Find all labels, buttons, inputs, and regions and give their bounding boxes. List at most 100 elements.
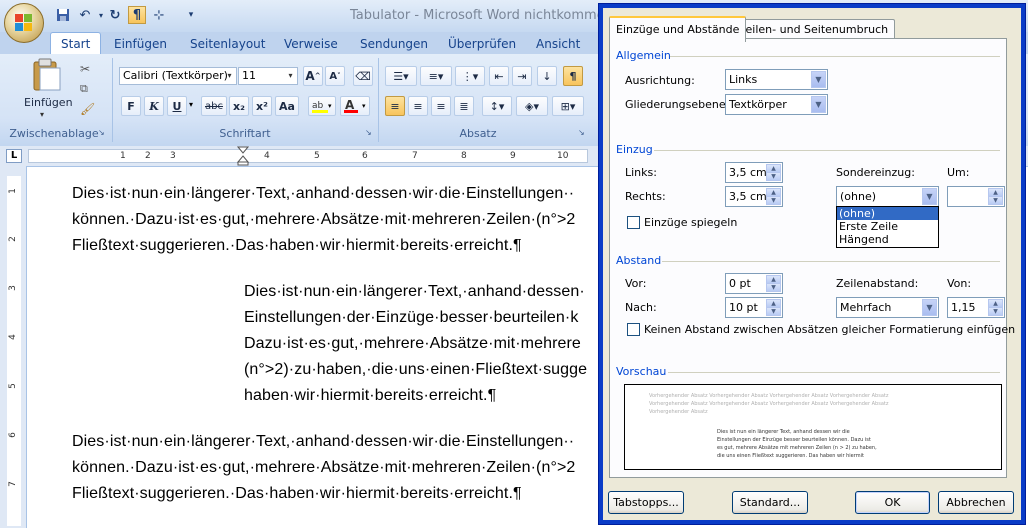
indent-marker-icon[interactable]	[236, 146, 250, 166]
indent-left-label: Links:	[625, 166, 657, 179]
tab-selector-button[interactable]: L	[6, 149, 22, 163]
no-space-label: Keinen Abstand zwischen Absätzen gleiche…	[644, 323, 1016, 336]
line-spacing-icon[interactable]: ↕▾	[482, 96, 512, 116]
office-button[interactable]	[4, 3, 44, 43]
ruler-number: 9	[510, 151, 516, 161]
mirror-indents-checkbox[interactable]	[627, 216, 640, 229]
highlight-color-icon[interactable]: ab ▾	[308, 96, 336, 116]
cut-icon[interactable]: ✂	[80, 62, 96, 76]
font-launcher-icon[interactable]: ↘	[365, 128, 375, 138]
line-spacing-select[interactable]: Mehrfach ▼	[836, 297, 939, 318]
bold-button[interactable]: F	[121, 96, 141, 116]
clear-format-icon[interactable]: ⌫	[353, 66, 373, 86]
tab-ueberpruefen[interactable]: Überprüfen	[448, 35, 516, 54]
increase-indent-icon[interactable]: ⇥	[512, 66, 532, 86]
ok-button[interactable]: OK	[855, 491, 930, 514]
ruler-number: 7	[412, 151, 418, 161]
tab-einfuegen[interactable]: Einfügen	[114, 35, 167, 54]
underline-button[interactable]: U	[167, 96, 187, 116]
pilcrow-icon[interactable]: ¶	[128, 6, 146, 24]
font-size-combo[interactable]: 11 ▾	[238, 67, 298, 85]
underline-dropdown-icon[interactable]: ▾	[189, 100, 193, 109]
special-option-none[interactable]: (ohne)	[837, 207, 938, 220]
sort-icon[interactable]: ↓	[537, 66, 557, 86]
special-option-hanging[interactable]: Hängend	[837, 233, 938, 246]
copy-icon[interactable]: ⧉	[80, 82, 96, 96]
spin-down-icon[interactable]: ▼	[766, 196, 781, 205]
indent-right-spinner[interactable]: 3,5 cm ▲ ▼	[725, 186, 783, 207]
show-formatting-marks-icon[interactable]: ¶	[563, 66, 583, 86]
spacing-after-label: Nach:	[625, 301, 657, 314]
clipboard-launcher-icon[interactable]: ↘	[98, 128, 108, 138]
tabs-button[interactable]: Tabstopps...	[608, 491, 684, 514]
special-option-first-line[interactable]: Erste Zeile	[837, 220, 938, 233]
tab-ansicht[interactable]: Ansicht	[536, 35, 580, 54]
numbering-icon[interactable]: ≡▾	[420, 66, 452, 86]
font-color-icon[interactable]: A ▾	[340, 96, 370, 116]
outline-level-select[interactable]: Textkörper ▼	[725, 94, 828, 115]
spin-down-icon[interactable]: ▼	[766, 283, 781, 292]
borders-icon[interactable]: ⊞▾	[552, 96, 584, 116]
alignment-select[interactable]: Links ▼	[725, 69, 828, 90]
no-space-checkbox[interactable]	[627, 323, 640, 336]
justify-icon[interactable]: ≣	[454, 96, 474, 116]
multilevel-list-icon[interactable]: ⋮▾	[455, 66, 485, 86]
tab-sendungen[interactable]: Sendungen	[360, 35, 428, 54]
line-spacing-value: Mehrfach	[840, 301, 892, 314]
tab-start[interactable]: Start	[50, 32, 102, 55]
paragraph-dialog: Einzüge und Abstände Zeilen- und Seitenu…	[598, 3, 1026, 525]
spacing-after-spinner[interactable]: 10 pt ▲ ▼	[725, 297, 783, 318]
group-label-clipboard: Zwischenablage	[9, 127, 99, 140]
subscript-button[interactable]: x₂	[229, 96, 249, 116]
set-default-button[interactable]: Standard...	[732, 491, 808, 514]
cancel-button[interactable]: Abbrechen	[938, 491, 1014, 514]
save-icon[interactable]	[54, 6, 72, 24]
bullets-icon[interactable]: ☰▾	[385, 66, 417, 86]
vruler-number: 2	[7, 236, 18, 242]
document-line: Dies·ist·nun·ein·längerer·Text,·anhand·d…	[72, 433, 575, 450]
ruler-number: 4	[264, 151, 270, 161]
indent-left-spinner[interactable]: 3,5 cm ▲ ▼	[725, 162, 783, 183]
preview-line: Vorhergehender Absatz Vorhergehender Abs…	[649, 401, 889, 407]
tab-verweise[interactable]: Verweise	[284, 35, 338, 54]
special-indent-select[interactable]: (ohne) ▼	[836, 186, 939, 207]
spacing-before-spinner[interactable]: 0 pt ▲ ▼	[725, 273, 783, 294]
spin-down-icon[interactable]: ▼	[766, 307, 781, 316]
svg-text:▾: ▾	[362, 102, 366, 110]
table-insert-icon[interactable]: ⊹	[150, 6, 168, 24]
align-right-icon[interactable]: ≡	[431, 96, 451, 116]
tab-indents-spacing[interactable]: Einzüge und Abstände	[609, 16, 747, 42]
by-spinner[interactable]: ▲ ▼	[947, 186, 1005, 207]
indent-right-label: Rechts:	[625, 190, 666, 203]
format-painter-icon[interactable]: 🖌	[80, 102, 96, 116]
decrease-indent-icon[interactable]: ⇤	[489, 66, 509, 86]
strikethrough-button[interactable]: abc	[201, 96, 227, 116]
spin-down-icon[interactable]: ▼	[988, 307, 1003, 316]
font-name-combo[interactable]: Calibri (Textkörper) ▾	[119, 67, 237, 85]
shading-icon[interactable]: ◈▾	[516, 96, 548, 116]
repeat-icon[interactable]: ↻	[106, 6, 124, 24]
align-center-icon[interactable]: ≡	[408, 96, 428, 116]
grow-font-icon[interactable]: A ^	[303, 66, 323, 86]
change-case-button[interactable]: Aa	[275, 96, 299, 116]
paste-icon[interactable]	[26, 58, 66, 94]
paste-dropdown-icon[interactable]: ▾	[40, 110, 44, 119]
paragraph-launcher-icon[interactable]: ↘	[578, 128, 588, 138]
vertical-ruler[interactable]	[0, 166, 27, 528]
document-line: Fließtext·suggerieren.·Das·haben·wir·hie…	[72, 237, 522, 254]
paste-label[interactable]: Einfügen	[24, 96, 73, 109]
shrink-font-icon[interactable]: A ˅	[325, 66, 345, 86]
document-page[interactable]: Dies·ist·nun·ein·längerer·Text,·anhand·d…	[28, 168, 598, 528]
customize-qat-icon[interactable]: ▾	[182, 6, 200, 24]
spin-down-icon[interactable]: ▼	[988, 196, 1003, 205]
special-indent-label: Sondereinzug:	[836, 166, 915, 179]
spacing-at-spinner[interactable]: 1,15 ▲ ▼	[947, 297, 1005, 318]
tab-seitenlayout[interactable]: Seitenlayout	[190, 35, 265, 54]
office-logo-icon	[15, 14, 33, 32]
superscript-button[interactable]: x²	[252, 96, 272, 116]
section-divider	[662, 261, 1000, 262]
spin-down-icon[interactable]: ▼	[766, 172, 781, 181]
align-left-icon[interactable]: ≡	[385, 96, 405, 116]
italic-button[interactable]: K	[144, 96, 164, 116]
section-heading-preview: Vorschau	[616, 365, 667, 378]
